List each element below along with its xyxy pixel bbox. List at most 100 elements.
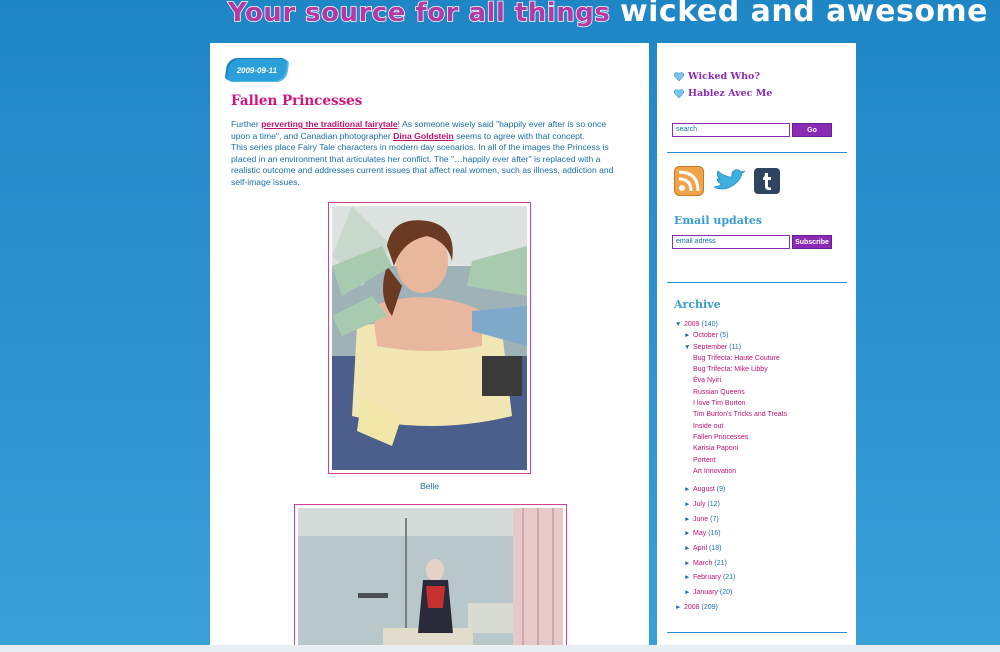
archive-post[interactable]: Fallen Princesses xyxy=(675,432,850,443)
archive-month-october[interactable]: ► October (5) xyxy=(675,330,850,341)
archive-year-label: 2009 xyxy=(684,321,700,328)
archive-count: (140) xyxy=(701,321,718,328)
heart-icon xyxy=(674,89,684,98)
archive-month-march[interactable]: ► March (21) xyxy=(675,557,850,572)
archive-month-label: January xyxy=(693,589,718,597)
main-content: 2009-09-11 Fallen Princesses Further per… xyxy=(210,43,649,652)
photo-snow-white[interactable] xyxy=(294,504,567,652)
triangle-right-icon: ► xyxy=(684,332,691,340)
archive-month-label: May xyxy=(693,530,707,538)
archive-count: (21) xyxy=(722,574,736,582)
archive-heading: Archive xyxy=(674,298,721,311)
archive-post[interactable]: Éva Nyiri xyxy=(675,375,850,386)
archive-month-label: April xyxy=(693,544,708,552)
archive-count: (18) xyxy=(708,544,722,552)
banner-text-part1: Your source for all things xyxy=(227,0,611,29)
archive-count: (12) xyxy=(707,500,720,508)
email-updates-heading: Email updates xyxy=(674,214,763,227)
archive-month-label: March xyxy=(693,559,713,567)
sidebar-link-label: Wicked Who? xyxy=(688,71,760,82)
archive-count: (209) xyxy=(701,603,718,611)
archive-count: (16) xyxy=(708,530,721,538)
triangle-down-icon: ▼ xyxy=(684,343,691,351)
search-button[interactable]: Go xyxy=(792,123,832,137)
archive-month-april[interactable]: ► April (18) xyxy=(675,542,850,557)
sidebar-link-label: Hablez Avec Me xyxy=(688,88,773,99)
twitter-bird-icon[interactable] xyxy=(712,169,746,193)
archive-month-label: July xyxy=(693,500,706,508)
search-form: search Go xyxy=(672,123,832,137)
triangle-right-icon: ► xyxy=(684,486,691,494)
divider xyxy=(667,632,847,633)
archive-post[interactable]: Art Innovation xyxy=(675,466,850,477)
post-paragraph-2: This series place Fairy Tale characters … xyxy=(231,142,614,187)
archive-list: ▼ 2009 (140) ► October (5) ▼ September (11)… xyxy=(675,319,850,615)
archive-count: (5) xyxy=(719,332,729,340)
tumblr-icon[interactable] xyxy=(754,168,780,194)
archive-month-may[interactable]: ► May (16) xyxy=(675,527,850,542)
archive-post[interactable]: Karisia Paponi xyxy=(675,443,850,454)
archive-post[interactable]: Inside out xyxy=(675,421,850,432)
triangle-right-icon: ► xyxy=(684,574,691,582)
archive-month-label: August xyxy=(693,486,715,494)
photo-belle-caption: Belle xyxy=(419,481,440,491)
subscribe-button[interactable]: Subscribe xyxy=(792,235,832,249)
archive-count: (9) xyxy=(716,486,726,494)
archive-month-january[interactable]: ► January (20) xyxy=(675,586,850,601)
email-form: email adress Subscribe xyxy=(672,235,832,249)
archive-month-july[interactable]: ► July (12) xyxy=(675,498,850,513)
browser-status-bar xyxy=(0,645,1000,652)
archive-month-label: October xyxy=(693,332,718,340)
post-text-before: Further xyxy=(231,119,262,129)
archive-month-august[interactable]: ► August (9) xyxy=(675,483,850,498)
triangle-right-icon: ► xyxy=(684,544,691,552)
archive-year-label: 2008 xyxy=(684,603,700,611)
archive-post[interactable]: Tim Burton's Tricks and Treats xyxy=(675,409,850,420)
archive-count: (7) xyxy=(710,515,719,523)
archive-post[interactable]: Bug Trifecta: Haute Couture xyxy=(675,353,850,364)
heart-icon xyxy=(674,72,684,81)
archive-year-2008[interactable]: ► 2008 (209) xyxy=(675,601,850,616)
archive-month-label: February xyxy=(693,574,722,582)
post-title[interactable]: Fallen Princesses xyxy=(231,93,362,109)
archive-month-february[interactable]: ► February (21) xyxy=(675,571,850,586)
post-date-badge: 2009-09-11 xyxy=(226,59,288,81)
rss-icon[interactable] xyxy=(674,166,704,196)
triangle-right-icon: ► xyxy=(675,603,682,611)
photo-belle[interactable] xyxy=(328,202,531,474)
photo-belle-image xyxy=(332,206,527,470)
search-input[interactable]: search xyxy=(672,123,790,137)
archive-month-label: June xyxy=(693,515,709,523)
archive-count: (11) xyxy=(729,343,742,351)
archive-post[interactable]: Bug Trifecta: Mike Libby xyxy=(675,364,850,375)
archive-post[interactable]: Russian Queens xyxy=(675,387,850,398)
triangle-down-icon: ▼ xyxy=(675,321,682,328)
post-body: Further perverting the traditional fairy… xyxy=(231,119,626,189)
triangle-right-icon: ► xyxy=(684,515,691,523)
social-icons xyxy=(674,166,780,196)
archive-post[interactable]: Portent xyxy=(675,455,850,466)
archive-post[interactable]: I love Tim Burton xyxy=(675,398,850,409)
photo-snow-white-image xyxy=(298,508,563,652)
archive-month-label: September xyxy=(693,343,728,351)
sidebar: Wicked Who? Hablez Avec Me search Go Ema… xyxy=(657,43,856,652)
archive-month-june[interactable]: ► June (7) xyxy=(675,513,850,528)
site-banner: Your source for all things wicked and aw… xyxy=(227,0,989,29)
archive-month-september[interactable]: ▼ September (11) xyxy=(675,342,850,353)
triangle-right-icon: ► xyxy=(684,559,691,567)
triangle-right-icon: ► xyxy=(684,530,691,538)
sidebar-link-wicked-who[interactable]: Wicked Who? xyxy=(674,71,760,82)
divider xyxy=(667,152,847,153)
archive-count: (20) xyxy=(719,589,733,597)
archive-count: (21) xyxy=(714,559,727,567)
triangle-right-icon: ► xyxy=(684,500,691,508)
divider xyxy=(667,282,847,283)
banner-text-part2: wicked and awesome xyxy=(619,0,989,29)
triangle-right-icon: ► xyxy=(684,589,691,597)
post-link-photographer[interactable]: Dina Goldstein xyxy=(393,131,454,141)
post-link-fairytale[interactable]: perverting the traditional fairytale xyxy=(261,119,398,129)
email-input[interactable]: email adress xyxy=(672,235,790,249)
post-text-after: seems to agree with that concept. xyxy=(453,130,585,141)
sidebar-link-contact[interactable]: Hablez Avec Me xyxy=(674,88,772,99)
archive-year-2009[interactable]: ▼ 2009 (140) xyxy=(675,319,850,330)
